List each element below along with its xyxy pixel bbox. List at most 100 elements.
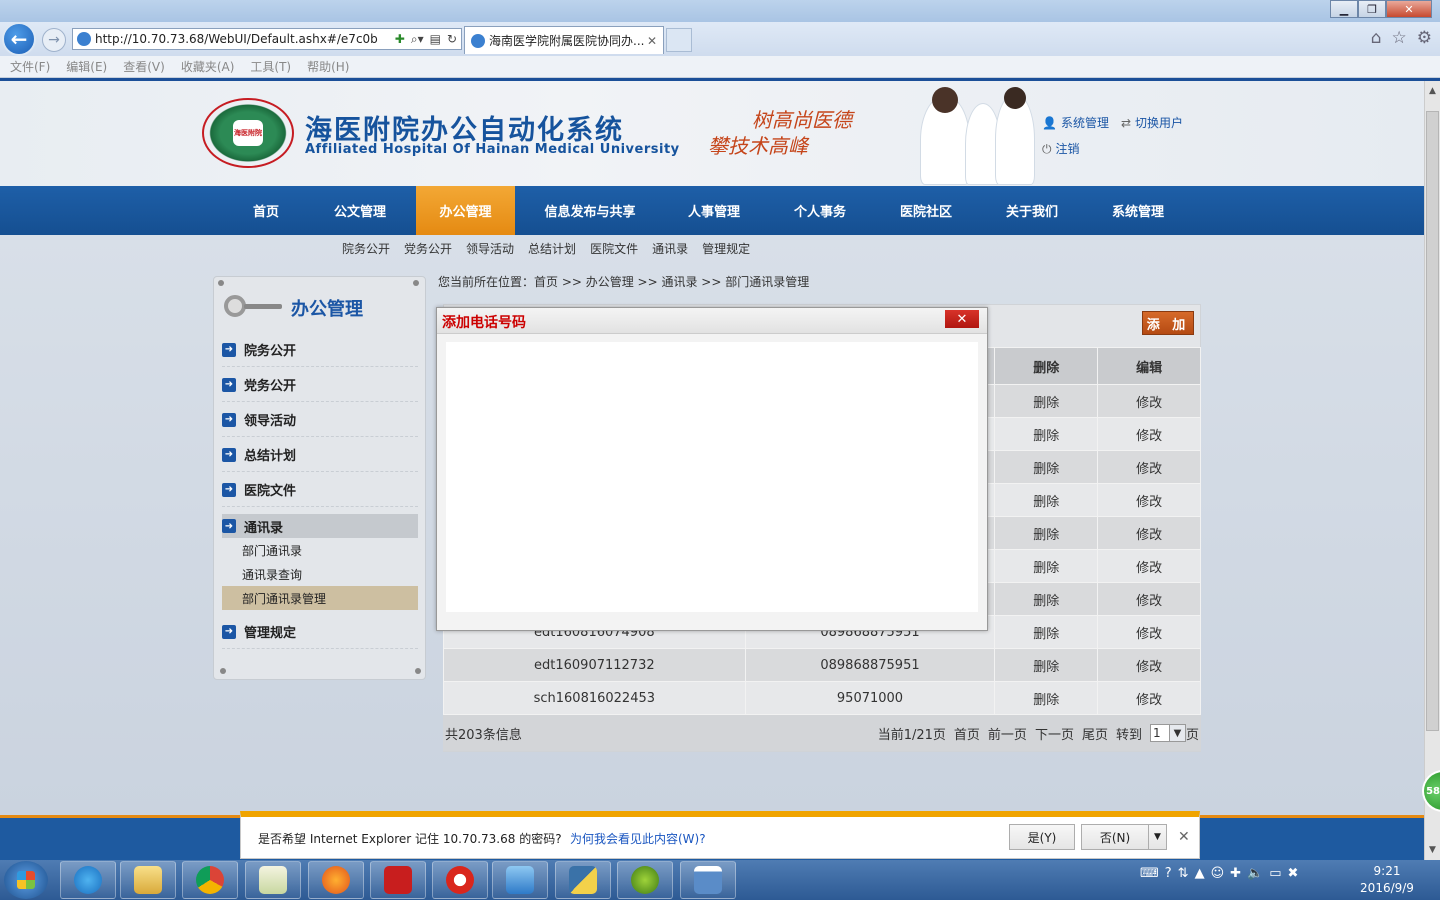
add-icon[interactable]: ✚ <box>1230 866 1241 881</box>
sidebar-item-party[interactable]: ➜ 党务公开 <box>222 368 418 402</box>
sidebar-sub-dept-contacts[interactable]: 部门通讯录 <box>222 538 418 562</box>
last-page-link[interactable]: 尾页 <box>1082 724 1108 743</box>
qq-icon[interactable]: ☺ <box>1211 866 1225 881</box>
prev-page-link[interactable]: 前一页 <box>988 724 1027 743</box>
menu-view[interactable]: 查看(V) <box>123 58 165 75</box>
back-button[interactable]: ← <box>2 22 36 56</box>
browser-tab[interactable]: 海南医学院附属医院协同办... ✕ <box>464 26 664 54</box>
edit-link[interactable]: 修改 <box>1097 549 1201 583</box>
sidebar-item-files[interactable]: ➜ 医院文件 <box>222 473 418 507</box>
subnav-item[interactable]: 管理规定 <box>702 240 750 257</box>
sidebar-item-rules[interactable]: ➜ 管理规定 <box>222 615 418 649</box>
edit-link[interactable]: 修改 <box>1097 648 1201 682</box>
delete-link[interactable]: 删除 <box>994 549 1099 583</box>
tab-close-icon[interactable]: ✕ <box>647 34 657 48</box>
refresh-icon[interactable]: ↻ <box>447 32 457 47</box>
edit-link[interactable]: 修改 <box>1097 516 1201 550</box>
taskbar-chat[interactable] <box>492 861 548 899</box>
first-page-link[interactable]: 首页 <box>954 724 980 743</box>
yes-button[interactable]: 是(Y) <box>1009 824 1075 850</box>
show-hidden-icon[interactable]: ▲ <box>1195 866 1205 881</box>
nav-hr[interactable]: 人事管理 <box>672 186 756 235</box>
no-button[interactable]: 否(N) <box>1081 824 1149 850</box>
compat-view-icon[interactable]: ▤ <box>430 32 441 47</box>
delete-link[interactable]: 删除 <box>994 450 1099 484</box>
subnav-item[interactable]: 医院文件 <box>590 240 638 257</box>
taskbar-notepad[interactable] <box>245 861 301 899</box>
help-icon[interactable]: ? <box>1165 866 1172 881</box>
edit-link[interactable]: 修改 <box>1097 615 1201 649</box>
scroll-down-icon[interactable]: ▼ <box>1425 842 1440 858</box>
sidebar-item-leaders[interactable]: ➜ 领导活动 <box>222 403 418 437</box>
nav-office[interactable]: 办公管理 <box>416 186 515 235</box>
taskbar-python-doc[interactable] <box>555 861 611 899</box>
search-icon[interactable]: ⌕▾ <box>411 32 424 47</box>
scroll-up-icon[interactable]: ▲ <box>1425 83 1440 99</box>
subnav-item[interactable]: 总结计划 <box>528 240 576 257</box>
sidebar-item-contacts[interactable]: ➜ 通讯录 <box>222 514 418 538</box>
taskbar-window[interactable] <box>680 861 736 899</box>
edit-link[interactable]: 修改 <box>1097 450 1201 484</box>
forward-button[interactable]: → <box>42 28 66 52</box>
switch-user-link[interactable]: ⇄ 切换用户 <box>1121 114 1183 131</box>
clock[interactable]: 9:21 2016/9/9 <box>1356 863 1418 897</box>
add-button[interactable]: 添 加 <box>1142 311 1194 335</box>
delete-link[interactable]: 删除 <box>994 384 1099 418</box>
admin-link[interactable]: 👤 系统管理 <box>1042 114 1109 131</box>
home-icon[interactable]: ⌂ <box>1371 28 1382 48</box>
delete-link[interactable]: 删除 <box>994 681 1099 715</box>
nav-system[interactable]: 系统管理 <box>1096 186 1180 235</box>
settings-gear-icon[interactable]: ⚙ <box>1417 28 1432 48</box>
sidebar-item-plans[interactable]: ➜ 总结计划 <box>222 438 418 472</box>
taskbar-app-g[interactable] <box>432 861 488 899</box>
logout-link[interactable]: ⏻ 注销 <box>1042 140 1080 157</box>
edit-link[interactable]: 修改 <box>1097 384 1201 418</box>
delete-link[interactable]: 删除 <box>994 582 1099 616</box>
network-sync-icon[interactable]: ⇅ <box>1178 866 1189 881</box>
taskbar-snake[interactable] <box>617 861 673 899</box>
notification-help-link[interactable]: 为何我会看见此内容(W)? <box>570 830 706 847</box>
taskbar-ie[interactable] <box>60 861 116 899</box>
scroll-thumb[interactable] <box>1426 111 1439 731</box>
sidebar-item-affairs[interactable]: ➜ 院务公开 <box>222 333 418 367</box>
network-warning-icon[interactable]: ✖ <box>1288 866 1299 881</box>
nav-home[interactable]: 首页 <box>232 186 300 235</box>
edit-link[interactable]: 修改 <box>1097 582 1201 616</box>
new-tab-button[interactable] <box>666 28 692 52</box>
delete-link[interactable]: 删除 <box>994 417 1099 451</box>
taskbar-chrome[interactable] <box>182 861 238 899</box>
taskbar-pdf[interactable] <box>370 861 426 899</box>
nav-info-share[interactable]: 信息发布与共享 <box>530 186 650 235</box>
keyboard-icon[interactable]: ⌨ <box>1140 866 1159 881</box>
minimize-button[interactable]: ▁ <box>1330 0 1358 18</box>
volume-icon[interactable]: 🔈 <box>1247 866 1263 881</box>
subnav-item[interactable]: 党务公开 <box>404 240 452 257</box>
subnav-item[interactable]: 通讯录 <box>652 240 688 257</box>
nav-about[interactable]: 关于我们 <box>990 186 1074 235</box>
sidebar-sub-contact-search[interactable]: 通讯录查询 <box>222 562 418 586</box>
favorites-star-icon[interactable]: ☆ <box>1392 28 1407 48</box>
edit-link[interactable]: 修改 <box>1097 417 1201 451</box>
delete-link[interactable]: 删除 <box>994 483 1099 517</box>
page-select[interactable]: 1 ▼ <box>1149 724 1186 742</box>
start-button[interactable] <box>4 861 48 899</box>
taskbar-firefox[interactable] <box>308 861 364 899</box>
edit-link[interactable]: 修改 <box>1097 483 1201 517</box>
menu-help[interactable]: 帮助(H) <box>307 58 349 75</box>
window-close-button[interactable]: ✕ <box>1386 0 1432 18</box>
menu-tools[interactable]: 工具(T) <box>250 58 291 75</box>
delete-link[interactable]: 删除 <box>994 648 1099 682</box>
no-dropdown-button[interactable]: ▼ <box>1148 824 1167 850</box>
sidebar-sub-contact-manage[interactable]: 部门通讯录管理 <box>222 586 418 610</box>
url-text[interactable]: http://10.70.73.68/WebUI/Default.ashx#/e… <box>95 32 391 46</box>
subnav-item[interactable]: 领导活动 <box>466 240 514 257</box>
vertical-scrollbar[interactable]: ▲ ▼ <box>1424 81 1440 860</box>
delete-link[interactable]: 删除 <box>994 516 1099 550</box>
nav-documents[interactable]: 公文管理 <box>318 186 402 235</box>
taskbar-explorer[interactable] <box>120 861 176 899</box>
nav-personal[interactable]: 个人事务 <box>778 186 862 235</box>
menu-edit[interactable]: 编辑(E) <box>66 58 107 75</box>
dialog-close-button[interactable]: ✕ <box>945 310 979 328</box>
subnav-item[interactable]: 院务公开 <box>342 240 390 257</box>
nav-community[interactable]: 医院社区 <box>884 186 968 235</box>
